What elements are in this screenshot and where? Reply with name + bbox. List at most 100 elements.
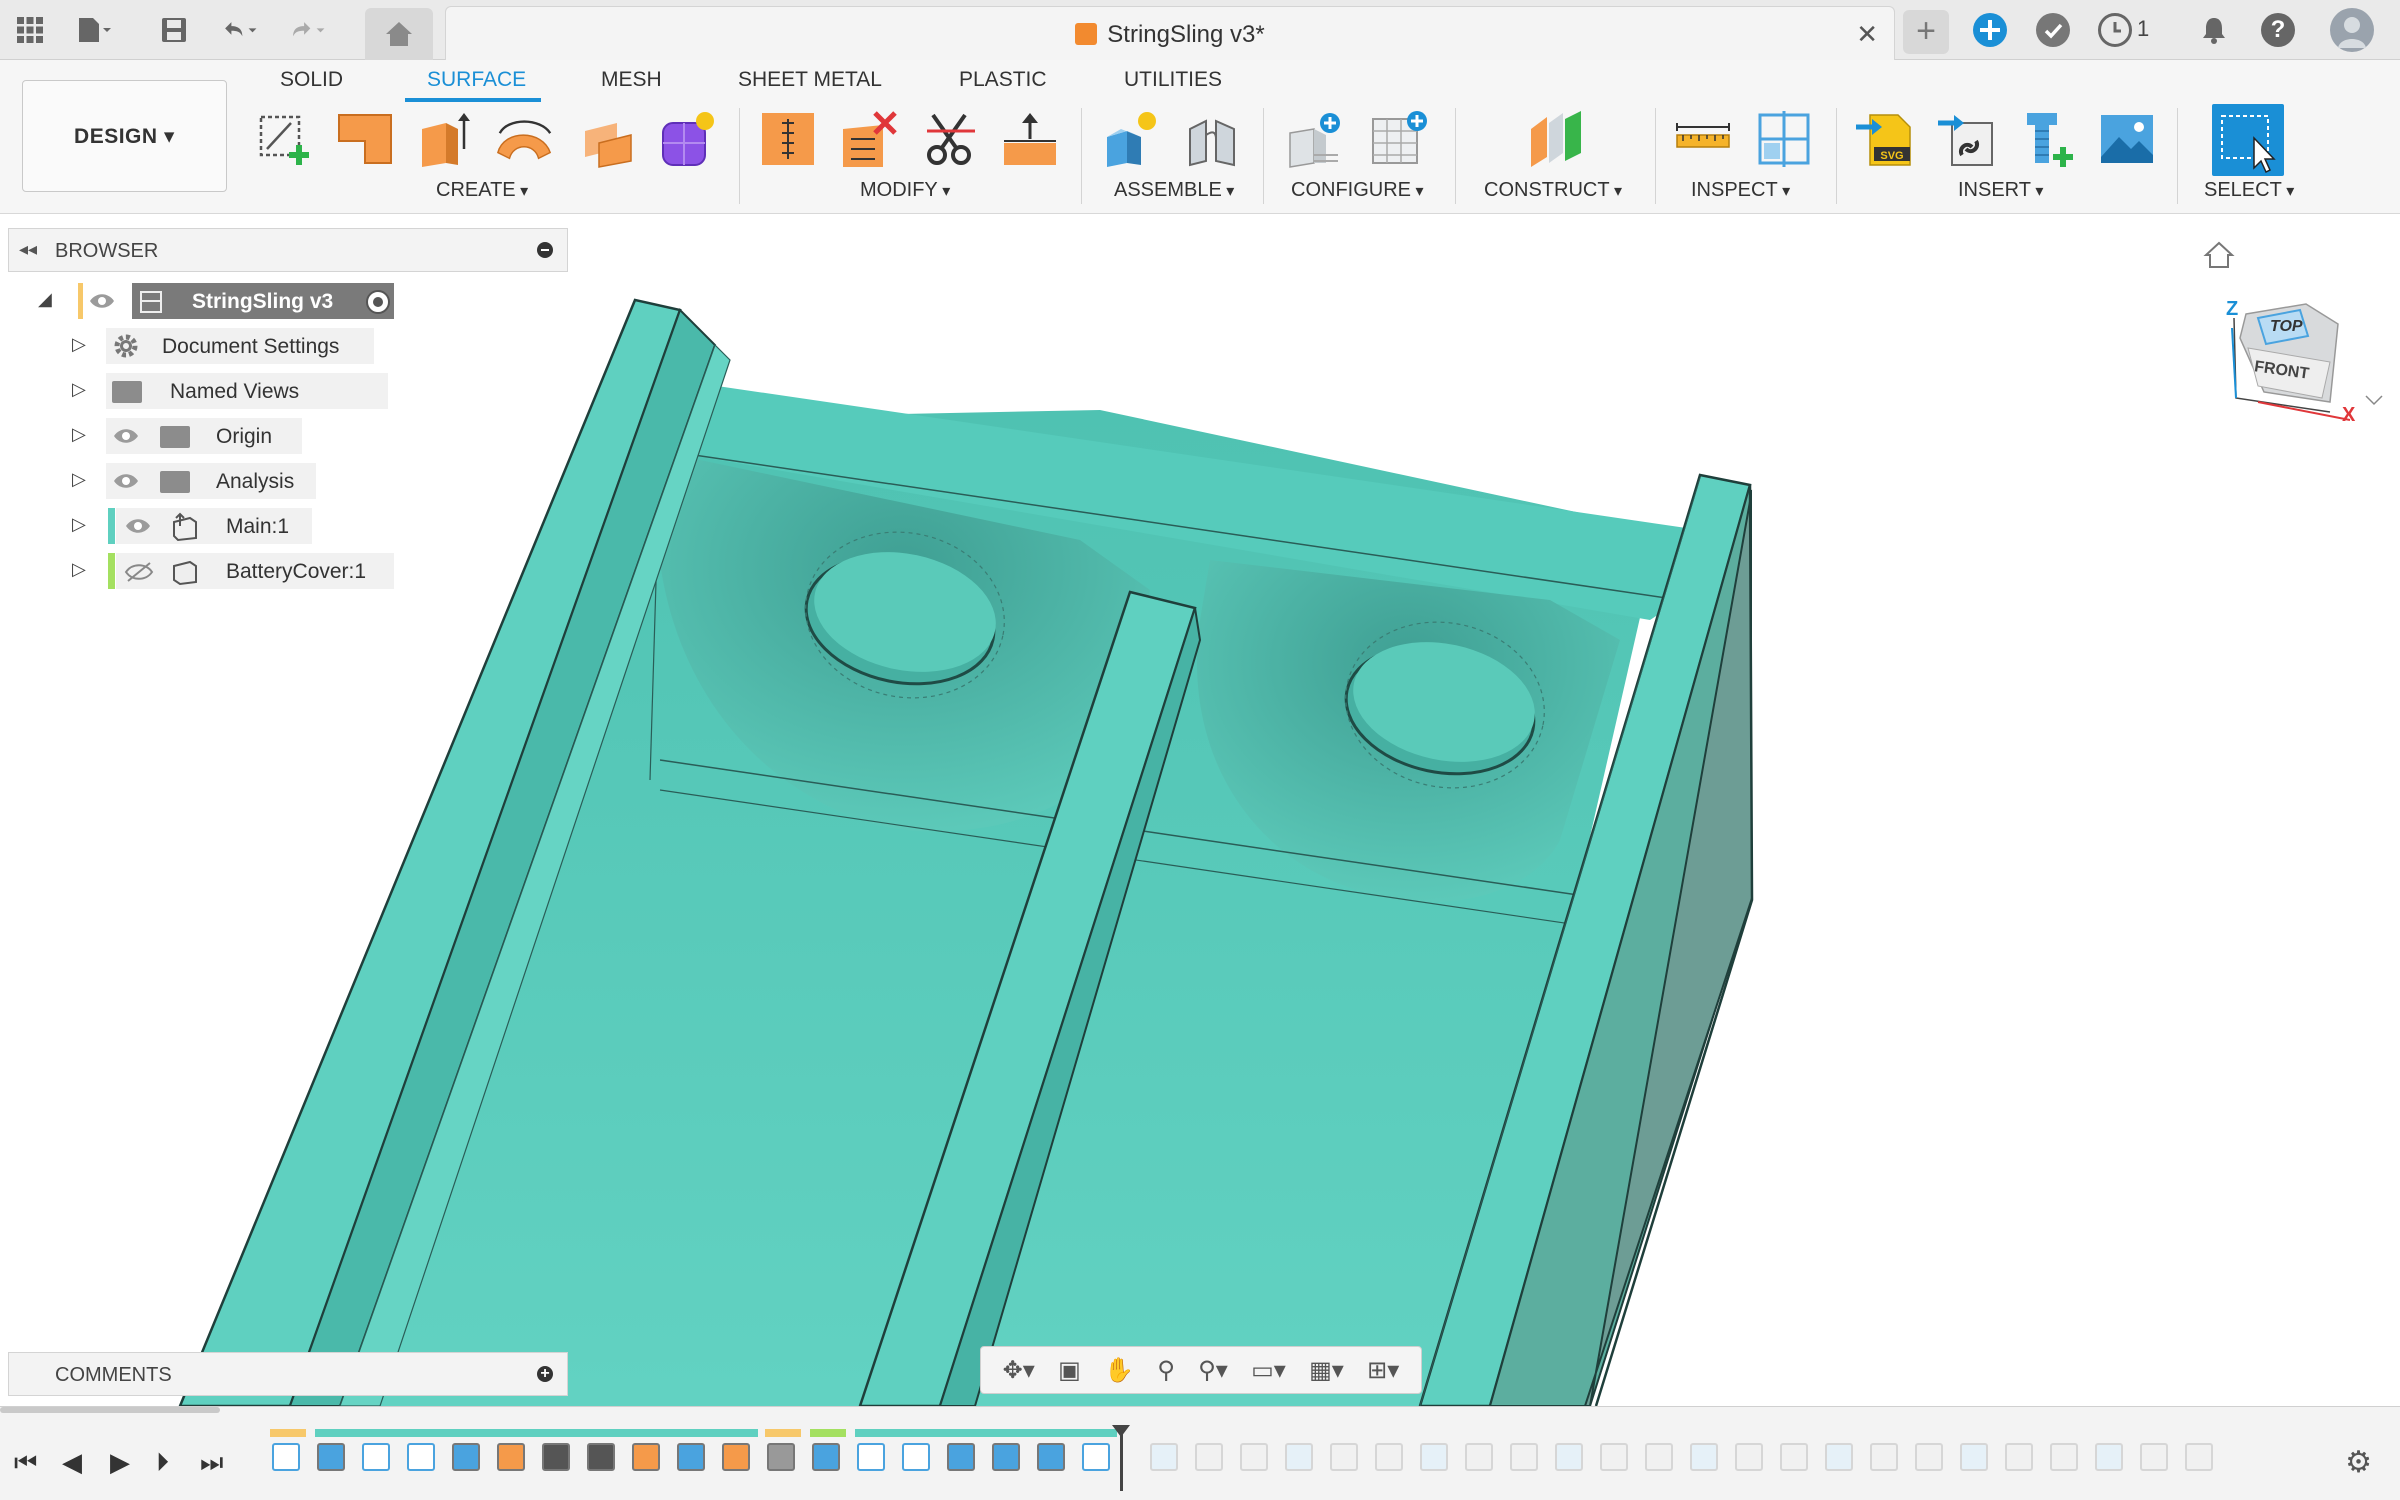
insert-mcmaster-icon[interactable] xyxy=(1935,108,1997,170)
expand-arrow-icon[interactable]: ▷ xyxy=(72,334,86,355)
hidden-eye-icon[interactable] xyxy=(124,561,154,582)
insert-component-icon[interactable] xyxy=(2016,108,2078,170)
press-pull-icon[interactable] xyxy=(757,108,819,170)
expand-arrow-icon[interactable]: ▷ xyxy=(72,514,86,535)
configure-menu[interactable]: CONFIGURE xyxy=(1291,179,1423,202)
activate-radio-icon[interactable] xyxy=(366,290,390,314)
browser-root[interactable]: ◢ StringSling v3 xyxy=(36,283,406,319)
expand-arrow-icon[interactable]: ▷ xyxy=(72,379,86,400)
expand-arrow-icon[interactable]: ▷ xyxy=(72,469,86,490)
timeline-suppressed-feature-icon[interactable] xyxy=(1375,1443,1403,1471)
browser-panel-header[interactable]: ◂◂ BROWSER xyxy=(8,228,568,272)
measure-icon[interactable] xyxy=(1672,108,1734,170)
extensions-icon[interactable] xyxy=(1973,13,2007,47)
display-settings-icon[interactable]: ▭▾ xyxy=(1251,1356,1286,1385)
visibility-eye-icon[interactable] xyxy=(124,516,152,536)
timeline-feature-sweep-icon[interactable] xyxy=(812,1443,840,1471)
tab-mesh[interactable]: MESH xyxy=(601,68,662,92)
create-sketch-icon[interactable] xyxy=(254,108,316,170)
bell-icon[interactable] xyxy=(2196,12,2232,48)
timeline-feature-form-icon[interactable] xyxy=(722,1443,750,1471)
timeline-suppressed-feature-icon[interactable] xyxy=(1915,1443,1943,1471)
timeline-suppressed-feature-icon[interactable] xyxy=(1780,1443,1808,1471)
tab-plastic[interactable]: PLASTIC xyxy=(959,68,1047,92)
timeline-feature-body-icon[interactable] xyxy=(947,1443,975,1471)
delete-icon[interactable] xyxy=(838,108,900,170)
extend-icon[interactable] xyxy=(999,108,1061,170)
go-to-start-icon[interactable]: ⏮ xyxy=(14,1447,37,1479)
help-icon[interactable]: ? xyxy=(2261,13,2295,47)
timeline-suppressed-feature-icon[interactable] xyxy=(1600,1443,1628,1471)
undo-icon[interactable] xyxy=(222,12,258,48)
browser-item-battery-cover[interactable]: ▷ BatteryCover:1 xyxy=(70,553,400,589)
expand-arrow-icon[interactable]: ▷ xyxy=(72,559,86,580)
visibility-eye-icon[interactable] xyxy=(88,291,116,311)
timeline-suppressed-feature-icon[interactable] xyxy=(1555,1443,1583,1471)
patch-icon[interactable] xyxy=(334,108,396,170)
create-form-icon[interactable] xyxy=(656,108,718,170)
timeline-feature-body-icon[interactable] xyxy=(1037,1443,1065,1471)
create-menu[interactable]: CREATE xyxy=(436,179,528,202)
browser-item-origin[interactable]: ▷ Origin xyxy=(70,418,380,454)
redo-icon[interactable] xyxy=(290,12,326,48)
viewports-icon[interactable]: ⊞▾ xyxy=(1367,1356,1399,1385)
timeline-feature-cut-icon[interactable] xyxy=(587,1443,615,1471)
orbit-icon[interactable]: ✥▾ xyxy=(1003,1356,1035,1385)
extrude-icon[interactable] xyxy=(413,108,475,170)
timeline-feature-cut-icon[interactable] xyxy=(542,1443,570,1471)
section-analysis-icon[interactable] xyxy=(1753,108,1815,170)
timeline-suppressed-feature-icon[interactable] xyxy=(2005,1443,2033,1471)
timeline-feature-press-icon[interactable] xyxy=(632,1443,660,1471)
visibility-eye-icon[interactable] xyxy=(112,426,140,446)
pan-hand-icon[interactable]: ✋ xyxy=(1104,1356,1134,1385)
configuration-table-icon[interactable] xyxy=(1368,108,1430,170)
timeline-suppressed-feature-icon[interactable] xyxy=(1825,1443,1853,1471)
save-icon[interactable] xyxy=(156,12,192,48)
play-icon[interactable]: ▶︎ xyxy=(110,1447,130,1478)
avatar[interactable] xyxy=(2330,8,2374,52)
sweep-icon[interactable] xyxy=(494,108,556,170)
timeline-feature-extrude-icon[interactable] xyxy=(497,1443,525,1471)
timeline-suppressed-feature-icon[interactable] xyxy=(2050,1443,2078,1471)
select-menu[interactable]: SELECT xyxy=(2204,179,2294,202)
visibility-eye-icon[interactable] xyxy=(112,471,140,491)
offset-plane-icon[interactable] xyxy=(1524,108,1586,170)
home-view-icon[interactable] xyxy=(2203,240,2235,275)
timeline-suppressed-feature-icon[interactable] xyxy=(1330,1443,1358,1471)
insert-svg-icon[interactable]: SVG xyxy=(1854,108,1916,170)
clock-icon[interactable] xyxy=(2098,13,2132,47)
timeline-feature-body-icon[interactable] xyxy=(992,1443,1020,1471)
timeline-suppressed-feature-icon[interactable] xyxy=(1870,1443,1898,1471)
workspace-switcher-button[interactable]: DESIGN ▾ xyxy=(22,80,227,192)
step-back-icon[interactable]: ◀︎ xyxy=(62,1447,82,1478)
timeline-marker[interactable] xyxy=(1112,1425,1130,1491)
grid-settings-icon[interactable]: ▦▾ xyxy=(1309,1356,1344,1385)
browser-item-named-views[interactable]: ▷ Named Views xyxy=(70,373,388,409)
comments-panel[interactable]: COMMENTS + xyxy=(8,1352,568,1396)
insert-menu[interactable]: INSERT xyxy=(1958,179,2043,202)
new-tab-button[interactable]: + xyxy=(1903,10,1949,54)
timeline-feature-surface-icon[interactable] xyxy=(677,1443,705,1471)
assemble-menu[interactable]: ASSEMBLE xyxy=(1114,179,1234,202)
job-status-icon[interactable] xyxy=(2036,13,2070,47)
timeline-suppressed-feature-icon[interactable] xyxy=(2185,1443,2213,1471)
view-cube[interactable]: TOP FRONT Z X xyxy=(2218,278,2388,428)
file-menu-icon[interactable] xyxy=(76,12,112,48)
document-tab[interactable]: StringSling v3* ✕ xyxy=(445,6,1895,60)
timeline-scrollbar[interactable] xyxy=(0,1407,220,1413)
modify-menu[interactable]: MODIFY xyxy=(860,179,950,202)
inspect-menu[interactable]: INSPECT xyxy=(1691,179,1790,202)
close-tab-icon[interactable]: ✕ xyxy=(1856,19,1878,50)
timeline-feature-join-icon[interactable] xyxy=(767,1443,795,1471)
timeline-suppressed-feature-icon[interactable] xyxy=(1465,1443,1493,1471)
home-tab[interactable] xyxy=(365,8,433,60)
timeline-feature-sketch-icon[interactable] xyxy=(857,1443,885,1471)
browser-item-document-settings[interactable]: ▷ Document Settings xyxy=(70,328,380,364)
timeline-feature-body-icon[interactable] xyxy=(452,1443,480,1471)
timeline-feature-body-icon[interactable] xyxy=(317,1443,345,1471)
minimize-panel-icon[interactable] xyxy=(537,242,553,258)
collapse-panel-icon[interactable]: ◂◂ xyxy=(19,239,37,260)
timeline-feature-sketch-icon[interactable] xyxy=(407,1443,435,1471)
joint-icon[interactable] xyxy=(1181,108,1243,170)
timeline-suppressed-feature-icon[interactable] xyxy=(1510,1443,1538,1471)
